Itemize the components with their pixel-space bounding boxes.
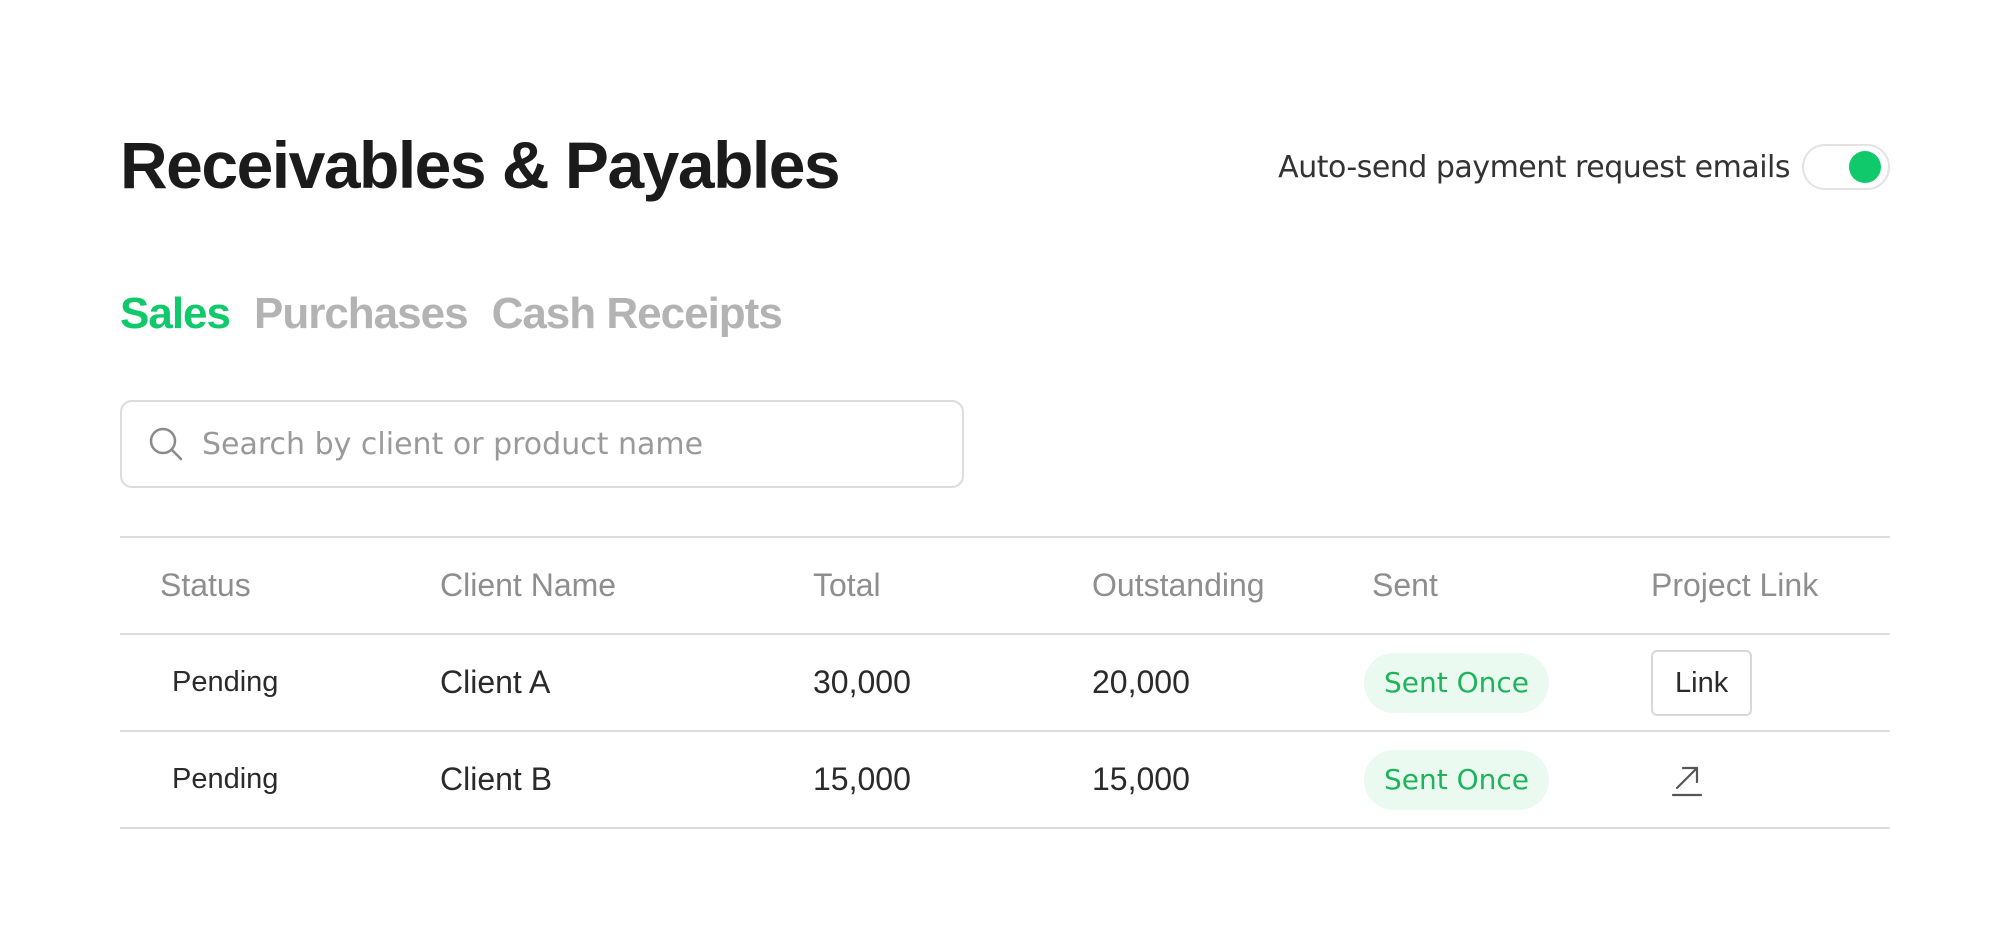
autosend-setting: Auto-send payment request emails	[1278, 144, 1890, 190]
page: Receivables & Payables Auto-send payment…	[0, 0, 2000, 942]
tab-purchases[interactable]: Purchases	[254, 289, 469, 338]
tab-sales[interactable]: Sales	[120, 289, 231, 338]
outstanding-cell: 20,000	[1092, 664, 1190, 700]
toggle-knob	[1849, 151, 1881, 183]
table-row[interactable]: Pending Client B 15,000 15,000 Sent Once	[120, 732, 1890, 829]
column-header-client-name[interactable]: Client Name	[440, 538, 616, 633]
external-link-icon[interactable]	[1667, 760, 1707, 800]
autosend-label: Auto-send payment request emails	[1278, 149, 1790, 185]
page-title: Receivables & Payables	[120, 128, 841, 202]
tab-cash-receipts[interactable]: Cash Receipts	[492, 289, 783, 338]
column-header-outstanding[interactable]: Outstanding	[1092, 538, 1265, 633]
client-name-cell: Client A	[440, 664, 551, 700]
project-link-cell: Link	[1651, 635, 1753, 730]
search-box[interactable]	[120, 400, 964, 488]
search-input[interactable]	[200, 425, 944, 463]
project-link-cell	[1651, 732, 1707, 827]
table-header-row: Status Client Name Total Outstanding Sen…	[120, 538, 1890, 635]
sent-cell: Sent Once	[1364, 635, 1550, 730]
sent-cell: Sent Once	[1364, 732, 1550, 827]
sent-status-badge: Sent Once	[1364, 652, 1550, 713]
client-name-cell: Client B	[440, 761, 553, 797]
tab-bar: Sales Purchases Cash Receipts	[120, 289, 783, 338]
receivables-table: Status Client Name Total Outstanding Sen…	[120, 536, 1890, 829]
project-link-button[interactable]: Link	[1651, 649, 1753, 716]
search-icon	[149, 427, 183, 461]
status-cell: Pending	[172, 666, 279, 698]
column-header-total[interactable]: Total	[813, 538, 881, 633]
status-cell: Pending	[172, 763, 279, 795]
sent-status-badge: Sent Once	[1364, 749, 1550, 810]
autosend-toggle[interactable]	[1802, 144, 1890, 190]
column-header-project-link[interactable]: Project Link	[1651, 538, 1818, 633]
outstanding-cell: 15,000	[1092, 761, 1190, 797]
total-cell: 30,000	[813, 664, 911, 700]
table-row[interactable]: Pending Client A 30,000 20,000 Sent Once…	[120, 635, 1890, 732]
column-header-status[interactable]: Status	[160, 538, 251, 633]
column-header-sent[interactable]: Sent	[1372, 538, 1438, 633]
total-cell: 15,000	[813, 761, 911, 797]
